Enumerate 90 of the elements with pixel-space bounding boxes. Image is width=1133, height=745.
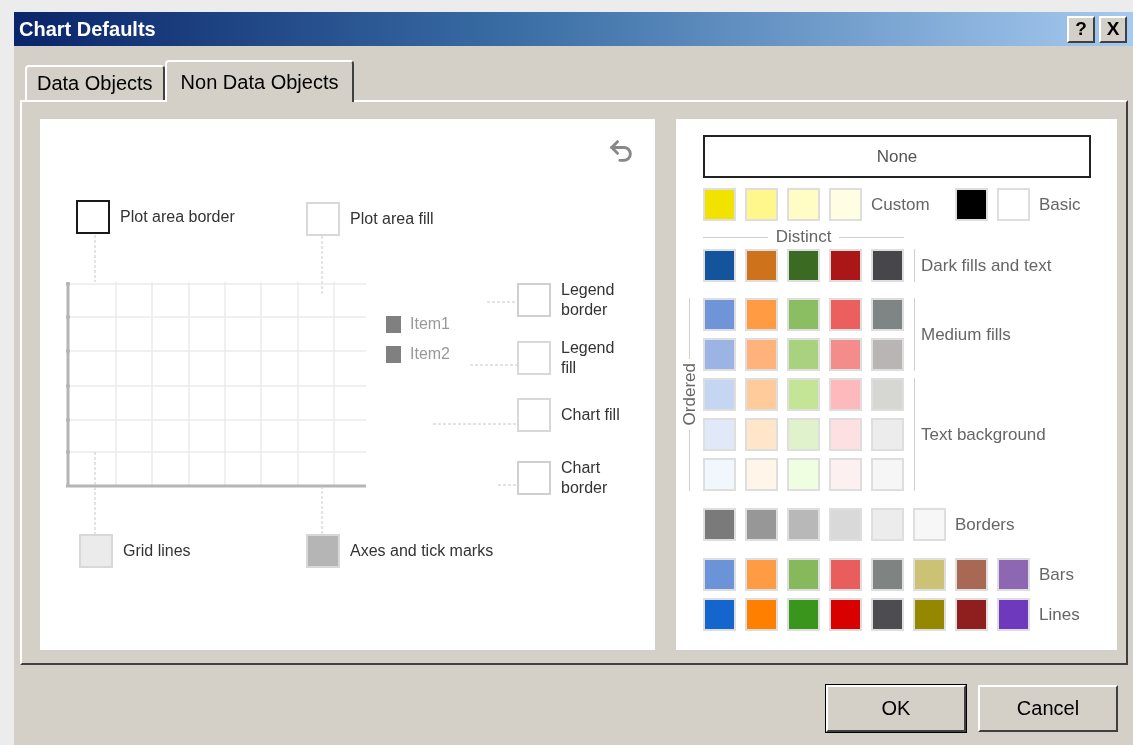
color-swatch[interactable] [913,508,946,541]
palette-label: Lines [1039,604,1080,625]
tab[interactable]: Data Objects [25,65,165,100]
legend-item: Item2 [410,345,450,363]
none-button[interactable]: None [703,135,1091,178]
color-swatch[interactable] [829,598,862,631]
color-swatch[interactable] [745,458,778,491]
color-swatch[interactable] [871,508,904,541]
color-swatch[interactable] [997,598,1030,631]
color-swatch[interactable] [913,598,946,631]
color-swatch[interactable] [787,508,820,541]
legend-marker [386,315,401,333]
window-title: Chart Defaults [19,17,156,41]
color-swatch[interactable] [787,558,820,591]
palette-label: Bars [1039,564,1074,585]
color-swatch[interactable] [787,338,820,371]
color-swatch[interactable] [871,558,904,591]
setting-label: Chart fill [561,405,621,425]
color-swatch[interactable] [703,298,736,331]
color-swatch[interactable] [955,558,988,591]
palette-label: Basic [1039,194,1081,215]
color-swatch[interactable] [829,558,862,591]
color-swatch[interactable] [787,418,820,451]
setting-label: Chart border [561,458,609,498]
tab[interactable]: Non Data Objects [164,60,355,102]
color-swatch[interactable] [871,378,904,411]
color-swatch[interactable] [787,598,820,631]
color-swatch[interactable] [787,298,820,331]
color-swatch[interactable] [829,298,862,331]
color-swatch[interactable] [829,338,862,371]
color-swatch[interactable] [871,249,904,282]
color-swatch[interactable] [703,378,736,411]
color-swatch[interactable] [745,508,778,541]
dialog-button[interactable]: OK [826,685,966,732]
setting-label: Plot area fill [350,209,434,229]
color-swatch[interactable] [703,598,736,631]
color-swatch[interactable] [787,249,820,282]
color-swatch[interactable] [703,338,736,371]
legend-item: Item1 [410,315,450,333]
color-swatch[interactable] [829,458,862,491]
legend-marker [386,345,401,363]
palette-label: Text background [921,424,1046,445]
help-button[interactable]: ? [1067,15,1095,43]
setting-swatch[interactable] [76,200,110,234]
color-swatch[interactable] [745,378,778,411]
color-swatch[interactable] [703,508,736,541]
setting-label: Plot area border [120,207,235,227]
color-swatch[interactable] [871,598,904,631]
color-swatch[interactable] [871,298,904,331]
color-swatch[interactable] [703,249,736,282]
palette-label: Custom [871,194,931,215]
color-swatch[interactable] [745,418,778,451]
color-swatch[interactable] [829,188,862,221]
setting-label: Legend fill [561,338,616,378]
palette-label: Medium fills [921,324,1011,345]
color-swatch[interactable] [703,188,736,221]
color-swatch[interactable] [787,458,820,491]
section-heading: Distinct [775,227,832,247]
color-swatch[interactable] [871,458,904,491]
section-heading: Ordered [679,363,700,426]
color-swatch[interactable] [745,249,778,282]
dialog-button[interactable]: Cancel [978,685,1118,732]
color-swatch[interactable] [787,188,820,221]
color-swatch[interactable] [997,558,1030,591]
color-swatch[interactable] [913,558,946,591]
color-swatch[interactable] [829,418,862,451]
color-swatch[interactable] [997,188,1030,221]
color-swatch[interactable] [745,188,778,221]
close-button[interactable]: X [1099,15,1127,43]
setting-label: Axes and tick marks [350,541,494,561]
color-swatch[interactable] [703,558,736,591]
palette-label: Dark fills and text [921,255,1052,276]
color-swatch[interactable] [745,338,778,371]
color-swatch[interactable] [871,338,904,371]
color-swatch[interactable] [745,298,778,331]
undo-arrow-icon[interactable] [607,137,635,165]
color-swatch[interactable] [829,249,862,282]
color-swatch[interactable] [745,598,778,631]
color-swatch[interactable] [955,188,988,221]
setting-label: Grid lines [123,541,191,561]
color-swatch[interactable] [703,418,736,451]
color-swatch[interactable] [829,508,862,541]
color-swatch[interactable] [787,378,820,411]
color-swatch[interactable] [871,418,904,451]
color-swatch[interactable] [703,458,736,491]
setting-label: Legend border [561,280,616,320]
palette-label: Borders [955,514,1015,535]
color-swatch[interactable] [829,378,862,411]
color-swatch[interactable] [745,558,778,591]
color-swatch[interactable] [955,598,988,631]
